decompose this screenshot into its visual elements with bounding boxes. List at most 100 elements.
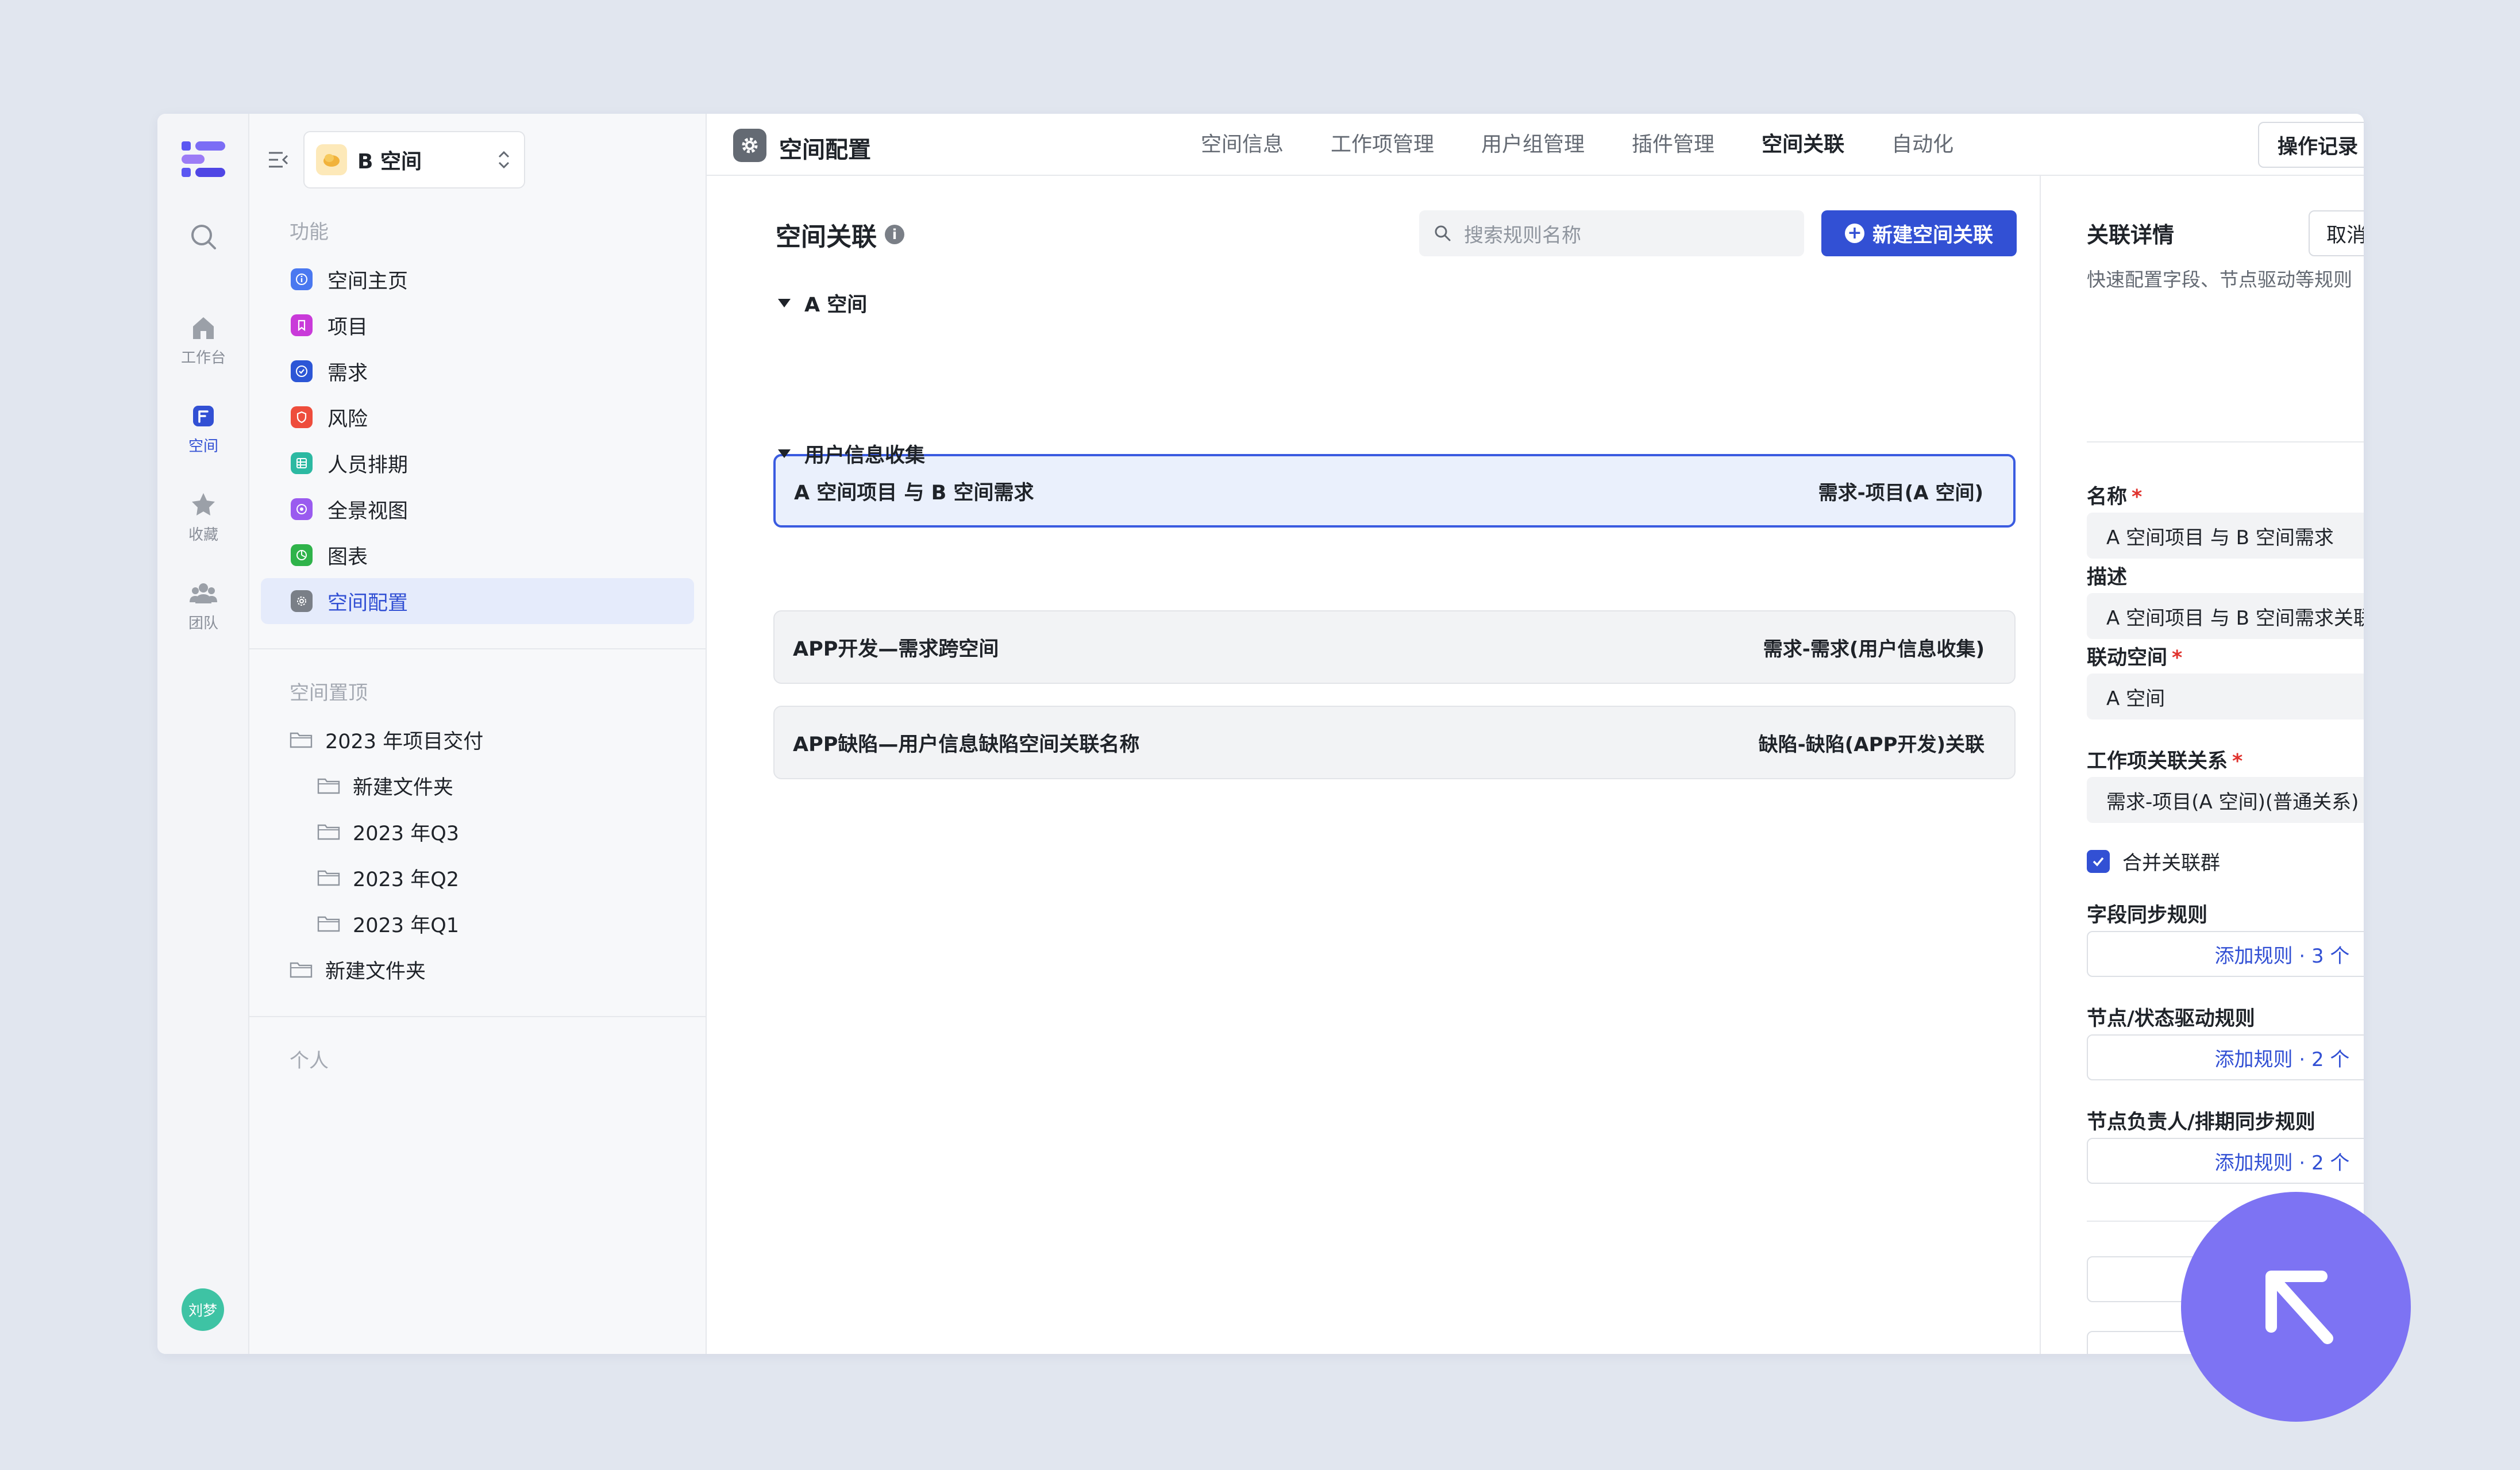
add-owner-rule-button[interactable]: 添加规则 · 2 个: [2087, 1138, 2364, 1184]
rule-card[interactable]: APP缺陷—用户信息缺陷空间关联名称 缺陷-缺陷(APP开发)关联: [773, 706, 2016, 779]
merge-label: 合并关联群: [2122, 852, 2220, 875]
gear-icon: [733, 129, 766, 162]
rail-team[interactable]: 团队: [157, 578, 249, 633]
plus-icon: +: [1844, 224, 1864, 243]
arrow-up-left-icon: [2265, 1271, 2333, 1344]
new-space-link-button[interactable]: + 新建空间关联: [1821, 210, 2017, 256]
space-emoji-icon: [323, 154, 340, 167]
tab-space-info[interactable]: 空间信息: [1201, 114, 1284, 176]
rail-workbench[interactable]: 工作台: [157, 313, 249, 367]
folder-icon: [317, 778, 340, 794]
chart-icon: [291, 544, 313, 566]
name-field[interactable]: A 空间项目 与 B 空间需求: [2087, 513, 2364, 559]
team-icon: [190, 583, 217, 603]
folder-item[interactable]: 2023 年项目交付: [290, 719, 483, 760]
sidebar-item-label: 人员排期: [327, 453, 409, 477]
star-icon: [192, 493, 215, 515]
group-name: 用户信息收集: [804, 444, 926, 467]
rule-tag: 缺陷-缺陷(APP开发)关联: [1758, 733, 1985, 756]
cancel-button[interactable]: 取消: [2309, 210, 2364, 256]
desc-label: 描述: [2087, 566, 2128, 589]
group-header[interactable]: 用户信息收集: [778, 439, 925, 468]
space-label-text: 联动空间: [2087, 647, 2168, 669]
add-node-rule-button[interactable]: 添加规则 · 2 个: [2087, 1034, 2364, 1080]
rail-favorites[interactable]: 收藏: [157, 490, 249, 544]
search-input[interactable]: 搜索规则名称: [1419, 210, 1804, 256]
app-window: 工作台 空间 收藏 团队 刘梦 B 空间 功能 空间主页 项目 需求 风险 人员…: [157, 114, 2364, 1354]
sidebar-item-label: 空间主页: [327, 270, 409, 293]
relation-select[interactable]: 需求-项目(A 空间)(普通关系): [2087, 777, 2364, 823]
sidebar-item-label: 项目: [327, 315, 368, 339]
tab-space-links[interactable]: 空间关联: [1762, 114, 1844, 176]
field-sync-label: 字段同步规则: [2087, 904, 2208, 927]
folder-item[interactable]: 2023 年Q2: [317, 857, 459, 898]
rail-space[interactable]: 空间: [157, 401, 249, 456]
sidebar-item-requirement[interactable]: 需求: [261, 348, 694, 394]
floating-action-button[interactable]: [2181, 1192, 2411, 1422]
relation-label-text: 工作项关联关系: [2087, 750, 2228, 773]
section-title: 空间关联 i: [776, 216, 904, 253]
sidebar-item-scheduling[interactable]: 人员排期: [261, 440, 694, 486]
folder-label: 2023 年Q3: [353, 822, 460, 845]
description-field[interactable]: A 空间项目 与 B 空间需求关联: [2087, 593, 2364, 639]
rail-search[interactable]: [157, 222, 249, 252]
sidebar-item-project[interactable]: 项目: [261, 302, 694, 348]
tab-user-groups[interactable]: 用户组管理: [1481, 114, 1585, 176]
chevron-updown-icon: [498, 151, 510, 169]
linked-space-select[interactable]: A 空间: [2087, 674, 2364, 719]
tab-automation[interactable]: 自动化: [1891, 114, 1953, 176]
name-label: 名称 *: [2087, 480, 2142, 510]
folder-label: 新建文件夹: [353, 776, 454, 799]
folder-item[interactable]: 新建文件夹: [317, 765, 453, 806]
checkbox-checked-icon: [2087, 849, 2110, 873]
folder-icon: [290, 962, 313, 978]
operation-log-button[interactable]: 操作记录: [2258, 122, 2364, 168]
add-field-sync-rule-button[interactable]: 添加规则 · 3 个: [2087, 931, 2364, 977]
info-icon[interactable]: i: [885, 225, 904, 244]
sidebar-item-space-settings[interactable]: 空间配置: [261, 578, 694, 624]
required-mark: *: [2132, 486, 2143, 509]
folder-icon: [290, 732, 313, 748]
rule-name: APP缺陷—用户信息缺陷空间关联名称: [793, 733, 1140, 756]
folder-item[interactable]: 新建文件夹: [290, 949, 426, 990]
user-avatar[interactable]: 刘梦: [182, 1288, 224, 1331]
folder-item[interactable]: 2023 年Q3: [317, 811, 459, 852]
space-name: B 空间: [357, 150, 422, 174]
rule-card[interactable]: A 空间项目 与 B 空间需求 需求-项目(A 空间): [773, 454, 2016, 528]
panorama-icon: [291, 498, 313, 520]
rule-tag: 需求-项目(A 空间): [1818, 481, 1983, 505]
settings-tabs: 空间信息 工作项管理 用户组管理 插件管理 空间关联 自动化: [1201, 114, 2001, 176]
merge-checkbox[interactable]: 合并关联群: [2087, 847, 2220, 875]
page-title: 空间配置: [779, 137, 871, 163]
folder-item[interactable]: 2023 年Q1: [317, 903, 459, 944]
caret-down-icon: [778, 299, 791, 307]
caret-down-icon: [778, 449, 791, 458]
logo-icon: [182, 141, 225, 177]
sidebar-item-panorama[interactable]: 全景视图: [261, 486, 694, 532]
folder-icon: [317, 824, 340, 840]
table-icon: [291, 452, 313, 474]
tab-plugins[interactable]: 插件管理: [1632, 114, 1714, 176]
info-icon: [291, 268, 313, 290]
sidebar-item-risk[interactable]: 风险: [261, 394, 694, 440]
node-driven-label: 节点/状态驱动规则: [2087, 1007, 2255, 1030]
space-label: 联动空间 *: [2087, 641, 2182, 671]
rule-card[interactable]: APP开发—需求跨空间 需求-需求(用户信息收集): [773, 610, 2016, 684]
home-icon: [193, 317, 214, 339]
search-icon: [191, 225, 216, 249]
gear-icon: [291, 590, 313, 612]
relation-value: 需求-项目(A 空间)(普通关系): [2106, 790, 2359, 814]
space-links-panel: 空间关联 i 搜索规则名称 + 新建空间关联 A 空间 A 空间项目 与 B 空…: [707, 176, 2261, 1354]
sidebar-item-space-home[interactable]: 空间主页: [261, 256, 694, 302]
group-header[interactable]: A 空间: [778, 288, 867, 318]
rule-name: A 空间项目 与 B 空间需求: [794, 481, 1034, 505]
sidebar-item-charts[interactable]: 图表: [261, 532, 694, 578]
section-features: 功能: [290, 221, 329, 244]
check-circle-icon: [291, 360, 313, 382]
tab-work-items[interactable]: 工作项管理: [1331, 114, 1434, 176]
space-switcher[interactable]: B 空间: [303, 131, 525, 188]
folder-label: 2023 年Q2: [353, 868, 460, 891]
search-icon: [1435, 225, 1451, 241]
name-label-text: 名称: [2087, 486, 2128, 509]
collapse-sidebar-icon[interactable]: [267, 148, 290, 171]
